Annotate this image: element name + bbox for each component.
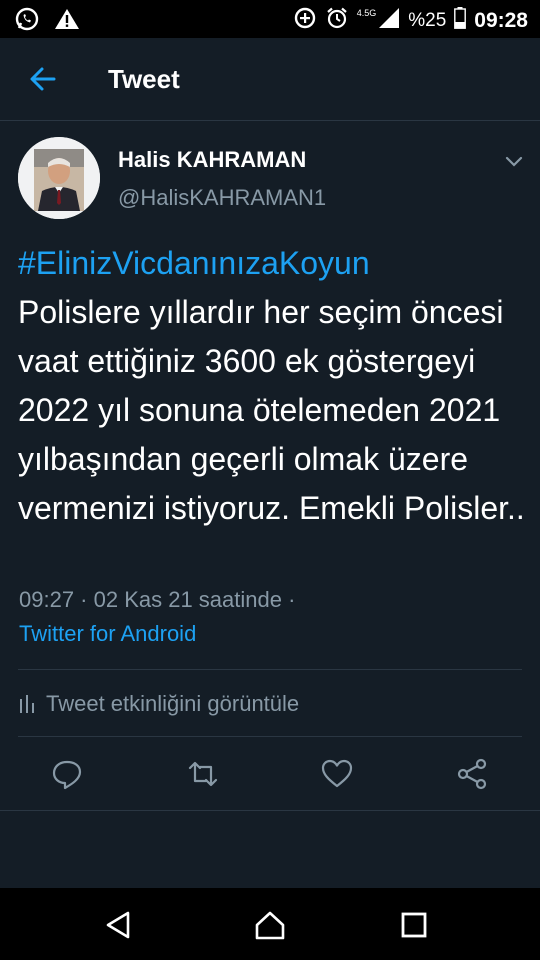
network-type: 4.5G <box>356 7 377 18</box>
battery-icon <box>454 7 467 34</box>
retweet-button[interactable] <box>186 757 220 791</box>
tweet-body-text: Polislere yıllardır her seçim öncesi vaa… <box>18 294 525 526</box>
author-handle[interactable]: @HalisKAHRAMAN1 <box>118 185 326 211</box>
recents-square-icon <box>401 912 427 938</box>
share-button[interactable] <box>455 757 489 791</box>
system-nav-bar <box>0 888 540 960</box>
clock: 09:28 <box>474 8 528 32</box>
tweet-actions <box>0 757 540 791</box>
hashtag-link[interactable]: #ElinizVicdanınızaKoyun <box>18 239 528 288</box>
reply-button[interactable] <box>50 757 84 791</box>
nav-recents-button[interactable] <box>397 908 431 942</box>
heart-icon <box>321 759 353 788</box>
back-button[interactable] <box>26 62 60 96</box>
page-title: Tweet <box>108 64 180 94</box>
signal-icon <box>378 7 400 34</box>
divider <box>18 669 522 670</box>
bar-chart-icon <box>20 695 34 713</box>
battery-percent: %25 <box>408 9 447 31</box>
warning-icon <box>54 7 80 36</box>
chevron-down-icon <box>505 156 523 167</box>
whatsapp-icon <box>14 6 40 37</box>
avatar[interactable] <box>18 137 100 219</box>
tweet-activity-button[interactable]: Tweet etkinliğini görüntüle <box>18 687 299 721</box>
retweet-icon <box>188 761 218 787</box>
status-left-icons <box>14 6 80 37</box>
data-saver-icon <box>293 6 317 35</box>
app-header: Tweet <box>0 38 540 121</box>
reply-icon <box>52 760 82 790</box>
tweet-timestamp: 09:27 · 02 Kas 21 saatinde · <box>19 587 296 612</box>
author-name[interactable]: Halis KAHRAMAN <box>118 147 306 173</box>
nav-home-button[interactable] <box>253 908 287 942</box>
nav-back-button[interactable] <box>102 908 136 942</box>
status-right-icons: 4.5G %25 09:28 <box>293 6 528 35</box>
tweet-detail: Halis KAHRAMAN @HalisKAHRAMAN1 #ElinizVi… <box>0 121 540 811</box>
share-icon <box>457 758 487 790</box>
divider <box>18 736 522 737</box>
home-icon <box>255 911 285 940</box>
alarm-icon <box>325 6 349 35</box>
arrow-left-icon <box>30 67 56 91</box>
back-triangle-icon <box>106 911 130 939</box>
profile-photo-icon <box>18 137 100 219</box>
tweet-text: #ElinizVicdanınızaKoyun Polislere yıllar… <box>18 239 528 533</box>
tweet-source-link[interactable]: Twitter for Android <box>19 621 196 647</box>
status-bar: 4.5G %25 09:28 <box>0 0 540 38</box>
tweet-options-button[interactable] <box>502 151 526 171</box>
like-button[interactable] <box>320 757 354 791</box>
tweet-activity-label: Tweet etkinliğini görüntüle <box>46 691 300 716</box>
